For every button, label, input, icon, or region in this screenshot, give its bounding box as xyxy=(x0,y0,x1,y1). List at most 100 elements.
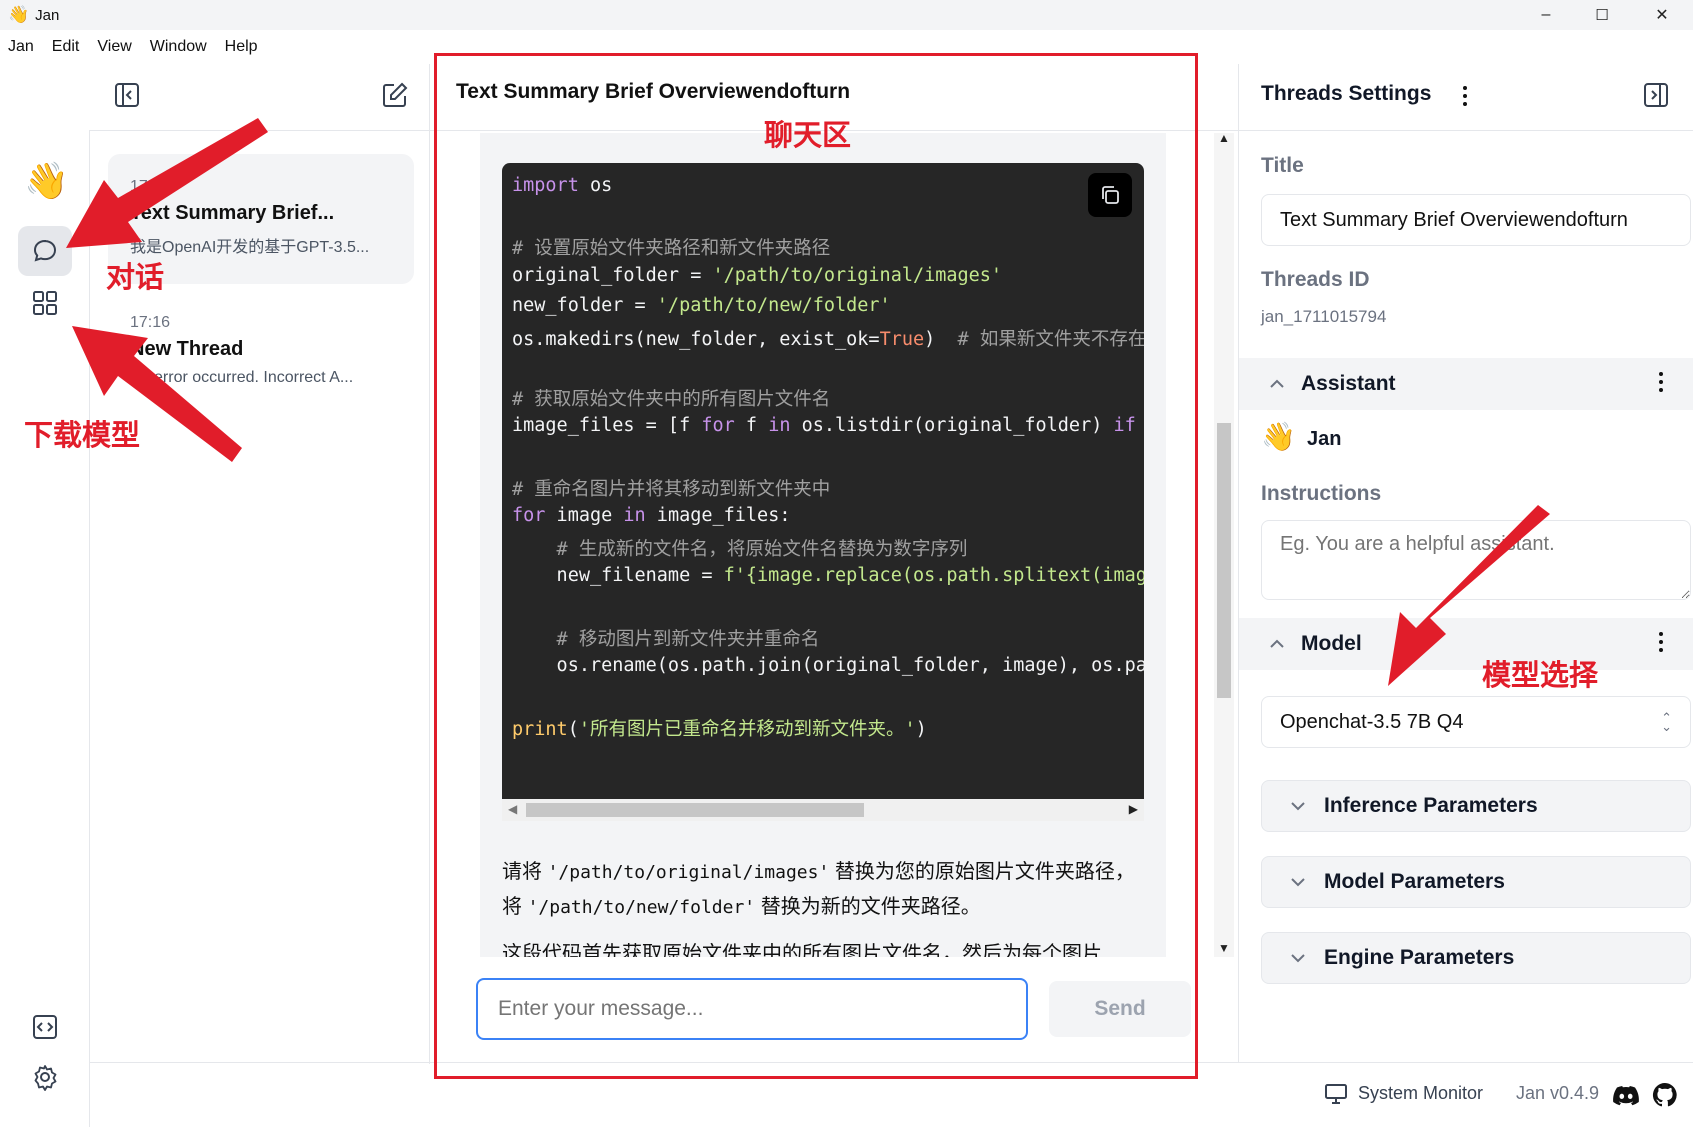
chevron-down-icon xyxy=(1291,954,1305,963)
scroll-left-icon[interactable]: ◀ xyxy=(508,802,517,816)
settings-header: Threads Settings xyxy=(1261,82,1432,105)
chevron-down-icon xyxy=(1291,802,1305,811)
inference-parameters-accordion[interactable]: Inference Parameters xyxy=(1261,780,1691,832)
chat-nav-button[interactable] xyxy=(18,226,72,276)
assistant-avatar-icon: 👋 xyxy=(1261,421,1296,452)
threads-settings-panel: Threads Settings Title Text Summary Brie… xyxy=(1238,64,1693,1062)
assistant-more-icon[interactable] xyxy=(1659,372,1663,392)
threads-list: 17:16 Text Summary Brief... 我是OpenAI开发的基… xyxy=(90,64,430,1064)
scroll-down-icon[interactable]: ▼ xyxy=(1218,941,1230,955)
thread-time: 17:16 xyxy=(130,314,171,331)
window-title-bar: 👋 Jan – ☐ ✕ xyxy=(0,0,1693,30)
copy-code-button[interactable] xyxy=(1088,173,1132,217)
model-select[interactable]: Openchat-3.5 7B Q4 ⌃ ⌄ xyxy=(1261,696,1691,748)
close-button[interactable]: ✕ xyxy=(1634,0,1690,30)
chevron-up-icon xyxy=(1270,379,1284,388)
engine-parameters-accordion[interactable]: Engine Parameters xyxy=(1261,932,1691,984)
collapse-right-panel-icon[interactable] xyxy=(1643,82,1669,108)
settings-more-icon[interactable] xyxy=(1463,86,1467,106)
code-square-icon xyxy=(33,1015,57,1039)
thread-preview: 我是OpenAI开发的基于GPT-3.5... xyxy=(130,239,370,256)
menu-view[interactable]: View xyxy=(97,38,131,56)
scroll-up-icon[interactable]: ▲ xyxy=(1218,131,1230,145)
github-icon[interactable] xyxy=(1652,1082,1678,1108)
monitor-icon[interactable] xyxy=(1324,1083,1348,1105)
code-line: # 重命名图片并将其移动到新文件夹中 xyxy=(512,479,831,500)
left-rail: 👋 xyxy=(0,130,90,1127)
jan-logo-icon: 👋 xyxy=(24,160,69,201)
chat-messages[interactable]: import os # 设置原始文件夹路径和新文件夹路径 original_fo… xyxy=(480,133,1166,957)
assistant-message-text: 请将 '/path/to/original/images' 替换为您的原始图片文… xyxy=(502,855,1144,957)
code-line: # 生成新的文件名，将原始文件名替换为数字序列 xyxy=(512,539,968,560)
copy-icon xyxy=(1102,186,1119,204)
grid-icon xyxy=(33,291,57,315)
thread-preview: An error occurred. Incorrect A... xyxy=(130,369,354,386)
menu-window[interactable]: Window xyxy=(150,38,207,56)
send-button[interactable]: Send xyxy=(1049,981,1191,1037)
discord-icon[interactable] xyxy=(1612,1084,1640,1106)
assistant-name: Jan xyxy=(1307,428,1342,450)
thread-title: New Thread xyxy=(130,338,244,360)
code-line: os.rename(os.path.join(original_folder, … xyxy=(512,655,1144,676)
model-section-header[interactable]: Model xyxy=(1239,618,1693,670)
accordion-title: Inference Parameters xyxy=(1324,794,1538,817)
code-line: # 设置原始文件夹路径和新文件夹路径 xyxy=(512,238,831,259)
waving-hand-icon: 👋 xyxy=(8,5,30,24)
menu-jan[interactable]: Jan xyxy=(8,38,34,56)
instructions-label: Instructions xyxy=(1261,482,1382,505)
hub-nav-button[interactable] xyxy=(18,278,72,328)
scrollbar-thumb[interactable] xyxy=(1217,423,1231,698)
accordion-title: Engine Parameters xyxy=(1324,946,1515,969)
thread-item[interactable]: 17:16 New Thread An error occurred. Inco… xyxy=(108,290,414,420)
thread-time: 17:16 xyxy=(130,178,171,195)
menu-edit[interactable]: Edit xyxy=(52,38,80,56)
settings-nav-button[interactable] xyxy=(18,1052,72,1102)
window-title: Jan xyxy=(35,6,60,24)
app-version: Jan v0.4.9 xyxy=(1516,1083,1600,1103)
model-parameters-accordion[interactable]: Model Parameters xyxy=(1261,856,1691,908)
chevron-up-down-icon: ⌃ ⌄ xyxy=(1661,710,1672,734)
scrollbar-thumb[interactable] xyxy=(526,803,864,817)
code-line: import os xyxy=(512,175,613,196)
threads-id-value: jan_1711015794 xyxy=(1261,307,1387,326)
local-api-server-button[interactable] xyxy=(18,1002,72,1052)
annotation-model-select: 模型选择 xyxy=(1482,658,1599,692)
code-line: # 获取原始文件夹中的所有图片文件名 xyxy=(512,389,831,410)
chat-title: Text Summary Brief Overviewendofturn xyxy=(456,80,851,103)
message-input[interactable] xyxy=(476,978,1028,1040)
maximize-button[interactable]: ☐ xyxy=(1574,0,1630,30)
code-line: # 移动图片到新文件夹并重命名 xyxy=(512,629,820,650)
instructions-textarea[interactable] xyxy=(1261,520,1691,600)
gear-icon xyxy=(34,1065,57,1091)
model-select-value: Openchat-3.5 7B Q4 xyxy=(1280,710,1464,733)
chat-vertical-scrollbar[interactable]: ▲ ▼ xyxy=(1214,131,1234,957)
status-bar: System Monitor Jan v0.4.9 xyxy=(90,1062,1693,1127)
scroll-right-icon[interactable]: ▶ xyxy=(1129,802,1138,816)
chat-bubble-icon xyxy=(33,239,57,262)
code-line: new_folder = '/path/to/new/folder' xyxy=(512,295,891,316)
title-label: Title xyxy=(1261,154,1304,177)
code-horizontal-scrollbar[interactable]: ◀ ▶ xyxy=(502,799,1144,821)
code-line: print('所有图片已重命名并移动到新文件夹。') xyxy=(512,719,927,740)
assistant-section-title: Assistant xyxy=(1301,372,1396,395)
threads-id-label: Threads ID xyxy=(1261,268,1370,291)
thread-title: Text Summary Brief... xyxy=(130,202,335,224)
title-field[interactable]: Text Summary Brief Overviewendofturn xyxy=(1261,194,1691,246)
accordion-title: Model Parameters xyxy=(1324,870,1505,893)
chevron-up-icon xyxy=(1270,639,1284,648)
model-section-title: Model xyxy=(1301,632,1362,655)
model-more-icon[interactable] xyxy=(1659,632,1663,652)
menu-bar: Jan Edit View Window Help xyxy=(0,30,1693,64)
assistant-section-header[interactable]: Assistant xyxy=(1239,358,1693,410)
code-line: os.makedirs(new_folder, exist_ok=True) #… xyxy=(512,329,1144,350)
annotation-download-model: 下载模型 xyxy=(24,418,141,452)
menu-help[interactable]: Help xyxy=(225,38,258,56)
assistant-message-cut-line: 这段代码首先获取原始文件夹中的所有图片文件名，然后为每个图片 xyxy=(502,943,1102,957)
system-monitor-button[interactable]: System Monitor xyxy=(1358,1083,1483,1104)
annotation-conversation: 对话 xyxy=(106,260,165,294)
code-line: image_files = [f for f in os.listdir(ori… xyxy=(512,415,1136,436)
code-block: import os # 设置原始文件夹路径和新文件夹路径 original_fo… xyxy=(502,163,1144,799)
code-line: original_folder = '/path/to/original/ima… xyxy=(512,265,1003,286)
code-line: for image in image_files: xyxy=(512,505,791,526)
minimize-button[interactable]: – xyxy=(1518,0,1574,30)
